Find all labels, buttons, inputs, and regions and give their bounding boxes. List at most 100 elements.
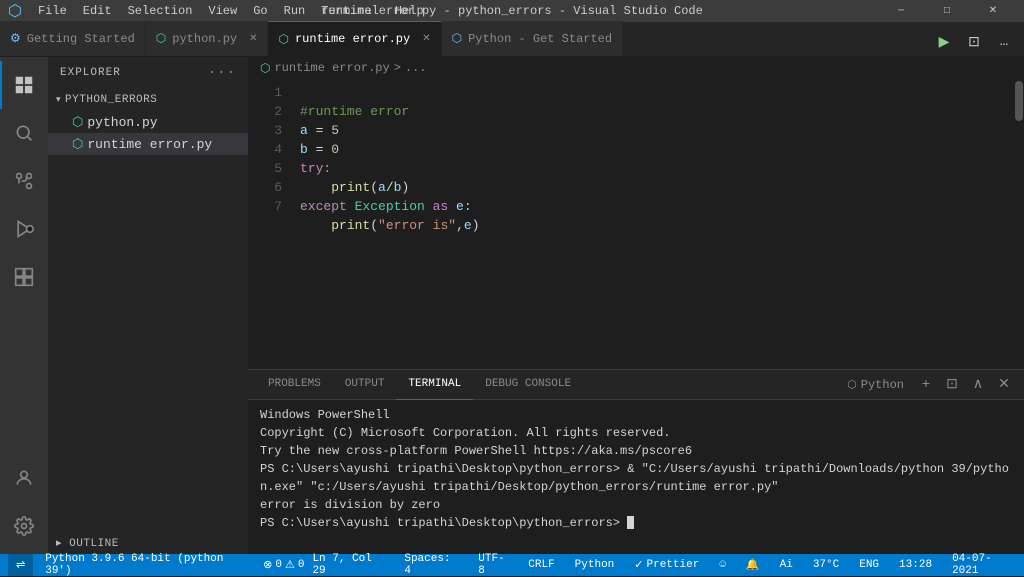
activity-explorer[interactable] — [0, 61, 48, 109]
status-feedback[interactable]: ☺ — [715, 554, 730, 576]
status-prettier[interactable]: ✓ Prettier — [630, 554, 703, 576]
date-text: 04-07-2021 — [952, 553, 1012, 577]
tab-output[interactable]: OUTPUT — [333, 370, 397, 400]
breadcrumb-icon: ⬡ — [260, 61, 270, 76]
terminal-actions: ⬡ Python + ⊡ ∧ ✕ — [847, 373, 1016, 397]
terminal-split-button[interactable]: ⊡ — [940, 373, 964, 397]
menu-go[interactable]: Go — [245, 0, 275, 22]
window-controls: ─ □ ✕ — [878, 0, 1016, 22]
error-count: 0 — [275, 559, 282, 571]
menu-view[interactable]: View — [200, 0, 245, 22]
temp-text: 37°C — [813, 559, 839, 571]
tab-icon-python-get-started: ⬡ — [452, 31, 462, 46]
section-label: PYTHON_ERRORS — [65, 94, 157, 106]
breadcrumb: ⬡ runtime error.py > ... — [248, 57, 1024, 79]
warning-count: 0 — [298, 559, 305, 571]
section-title-python-errors[interactable]: ▾ PYTHON_ERRORS — [48, 89, 248, 111]
file-item-runtime-error-py[interactable]: ⬡ runtime error.py — [48, 133, 248, 155]
tab-label-python-py: python.py — [172, 32, 237, 46]
ai-text: Ai — [780, 559, 793, 571]
code-content[interactable]: #runtime error a = 5 b = 0 try: print(a/… — [292, 79, 934, 369]
file-icon-runtime-error-py: ⬡ — [72, 137, 83, 152]
status-ai[interactable]: Ai — [776, 554, 797, 576]
minimap — [934, 79, 1014, 369]
status-remote[interactable]: ⇌ — [8, 554, 33, 576]
status-notifications[interactable]: 🔔 — [742, 554, 764, 576]
status-lang[interactable]: ENG — [855, 554, 883, 576]
outline-label: OUTLINE — [69, 538, 119, 550]
maximize-button[interactable]: □ — [924, 0, 970, 22]
breadcrumb-item: ... — [405, 61, 427, 75]
python-version-text: Python 3.9.6 64-bit (python 39') — [45, 553, 247, 577]
status-python-version[interactable]: Python 3.9.6 64-bit (python 39') — [41, 554, 251, 576]
tab-label-python-get-started: Python - Get Started — [468, 32, 612, 46]
tab-label-runtime-error-py: runtime error.py — [295, 32, 410, 46]
file-name-runtime-error-py: runtime error.py — [87, 137, 212, 152]
activity-search[interactable] — [0, 109, 48, 157]
window-title: runtime error.py - python_errors - Visua… — [321, 4, 703, 18]
terminal-close-button[interactable]: ✕ — [992, 373, 1016, 397]
split-editor-button[interactable]: ⊡ — [960, 28, 988, 56]
menu-edit[interactable]: Edit — [75, 0, 120, 22]
bell-icon: 🔔 — [746, 558, 760, 572]
file-name-python-py: python.py — [87, 115, 157, 130]
run-button[interactable]: ▶ — [930, 28, 958, 56]
status-language[interactable]: Python — [571, 554, 619, 576]
menu-selection[interactable]: Selection — [120, 0, 201, 22]
terminal-python-text: Python — [861, 378, 904, 392]
sidebar-more-button[interactable]: ··· — [208, 65, 236, 81]
language-text: Python — [575, 559, 615, 571]
ln-col-text: Ln 7, Col 29 — [312, 553, 384, 577]
sidebar-title: Explorer — [60, 67, 121, 79]
terminal-line-1: Windows PowerShell — [260, 406, 1012, 424]
tab-close-python-py[interactable]: ✕ — [249, 33, 257, 45]
status-temp[interactable]: 37°C — [809, 554, 843, 576]
status-ln-col[interactable]: Ln 7, Col 29 — [308, 554, 388, 576]
status-bar: ⇌ Python 3.9.6 64-bit (python 39') ⊗ 0 ⚠… — [0, 554, 1024, 576]
tab-problems[interactable]: PROBLEMS — [256, 370, 333, 400]
outline-section[interactable]: ▸ OUTLINE — [48, 532, 127, 554]
close-button[interactable]: ✕ — [970, 0, 1016, 22]
check-icon: ✓ — [634, 558, 643, 572]
status-time[interactable]: 13:28 — [895, 554, 936, 576]
lang-text: ENG — [859, 559, 879, 571]
tab-label-getting-started: Getting Started — [27, 32, 135, 46]
file-item-python-py[interactable]: ⬡ python.py — [48, 111, 248, 133]
warning-icon: ⚠ — [285, 558, 295, 572]
more-actions-button[interactable]: … — [990, 28, 1018, 56]
terminal-content[interactable]: Windows PowerShell Copyright (C) Microso… — [248, 400, 1024, 554]
feedback-icon: ☺ — [719, 559, 726, 571]
minimize-button[interactable]: ─ — [878, 0, 924, 22]
tab-runtime-error-py[interactable]: ⬡ runtime error.py ✕ — [268, 21, 441, 56]
tab-getting-started[interactable]: ⚙ Getting Started — [0, 21, 146, 56]
scrollbar[interactable] — [1014, 79, 1024, 369]
terminal-line-8: PS C:\Users\ayushi tripathi\Desktop\pyth… — [260, 514, 1012, 532]
terminal-line-2: Copyright (C) Microsoft Corporation. All… — [260, 424, 1012, 442]
status-line-ending[interactable]: CRLF — [524, 554, 558, 576]
tab-close-runtime-error-py[interactable]: ✕ — [422, 33, 430, 45]
tab-debug-console[interactable]: DEBUG CONSOLE — [473, 370, 583, 400]
activity-run-debug[interactable] — [0, 205, 48, 253]
prettier-text: Prettier — [647, 559, 700, 571]
encoding-text: UTF-8 — [478, 553, 508, 577]
terminal-add-button[interactable]: + — [914, 373, 938, 397]
remote-icon: ⇌ — [16, 558, 25, 572]
activity-settings[interactable] — [0, 502, 48, 550]
line-ending-text: CRLF — [528, 559, 554, 571]
activity-account[interactable] — [0, 454, 48, 502]
status-date[interactable]: 04-07-2021 — [948, 554, 1016, 576]
menu-file[interactable]: File — [30, 0, 75, 22]
tab-python-py[interactable]: ⬡ python.py ✕ — [146, 21, 269, 56]
status-spaces[interactable]: Spaces: 4 — [400, 554, 462, 576]
activity-extensions[interactable] — [0, 253, 48, 301]
tab-icon-getting-started: ⚙ — [10, 31, 21, 46]
activity-source-control[interactable] — [0, 157, 48, 205]
tab-terminal[interactable]: TERMINAL — [396, 370, 473, 400]
status-encoding[interactable]: UTF-8 — [474, 554, 512, 576]
tab-python-get-started[interactable]: ⬡ Python - Get Started — [442, 21, 624, 56]
terminal-maximize-button[interactable]: ∧ — [966, 373, 990, 397]
breadcrumb-separator: > — [394, 61, 401, 75]
editor-area: ⬡ runtime error.py > ... 1 2 3 4 5 6 7 #… — [248, 57, 1024, 554]
menu-run[interactable]: Run — [276, 0, 314, 22]
status-errors[interactable]: ⊗ 0 ⚠ 0 — [259, 554, 308, 576]
